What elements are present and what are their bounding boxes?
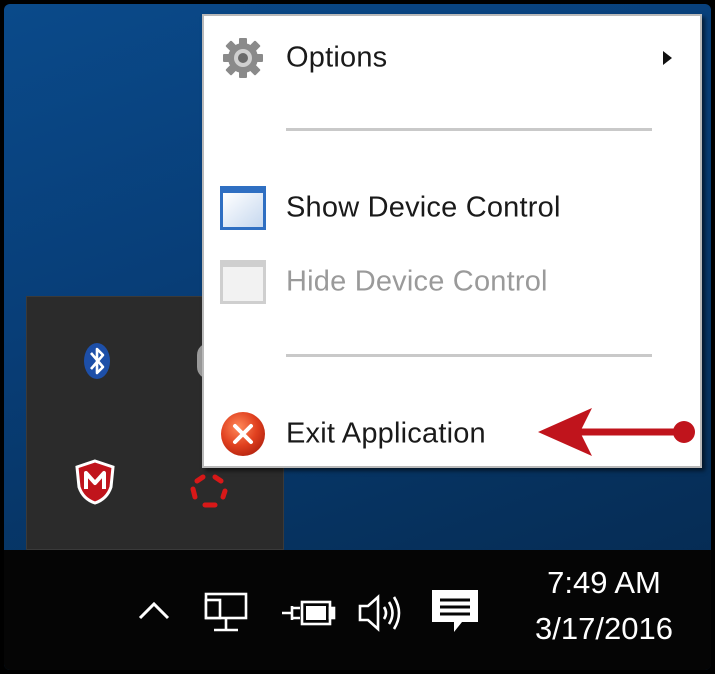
menu-item-options[interactable]: Options	[204, 30, 700, 86]
menu-item-label: Hide Device Control	[286, 265, 548, 298]
window-icon	[218, 257, 268, 307]
menu-item-label: Exit Application	[286, 417, 486, 450]
clock[interactable]: 7:49 AM 3/17/2016	[504, 560, 704, 652]
clock-time: 7:49 AM	[547, 565, 661, 600]
menu-item-label: Options	[286, 41, 388, 74]
window-icon	[218, 183, 268, 233]
gear-icon	[218, 33, 268, 83]
volume-icon[interactable]	[354, 590, 410, 636]
menu-item-show-device-control[interactable]: Show Device Control	[204, 180, 700, 236]
bluetooth-icon[interactable]	[75, 339, 119, 383]
annotation-arrow-icon	[534, 402, 704, 462]
desktop: Options Show Device Control Hide Device …	[4, 4, 711, 670]
show-hidden-icons-chevron-icon[interactable]	[132, 594, 176, 624]
context-menu: Options Show Device Control Hide Device …	[202, 14, 702, 468]
device-control-ring-icon[interactable]	[185, 467, 229, 511]
clock-date: 3/17/2016	[535, 611, 673, 646]
menu-separator	[286, 354, 652, 357]
submenu-arrow-icon	[663, 51, 672, 65]
close-circle-icon	[218, 409, 268, 459]
taskbar: 7:49 AM 3/17/2016	[4, 550, 711, 670]
power-battery-icon[interactable]	[278, 594, 336, 632]
network-icon[interactable]	[202, 590, 258, 636]
action-center-icon[interactable]	[428, 586, 482, 636]
menu-item-label: Show Device Control	[286, 191, 561, 224]
menu-item-hide-device-control[interactable]: Hide Device Control	[204, 254, 700, 310]
menu-separator	[286, 128, 652, 131]
mcafee-icon[interactable]	[71, 457, 115, 505]
